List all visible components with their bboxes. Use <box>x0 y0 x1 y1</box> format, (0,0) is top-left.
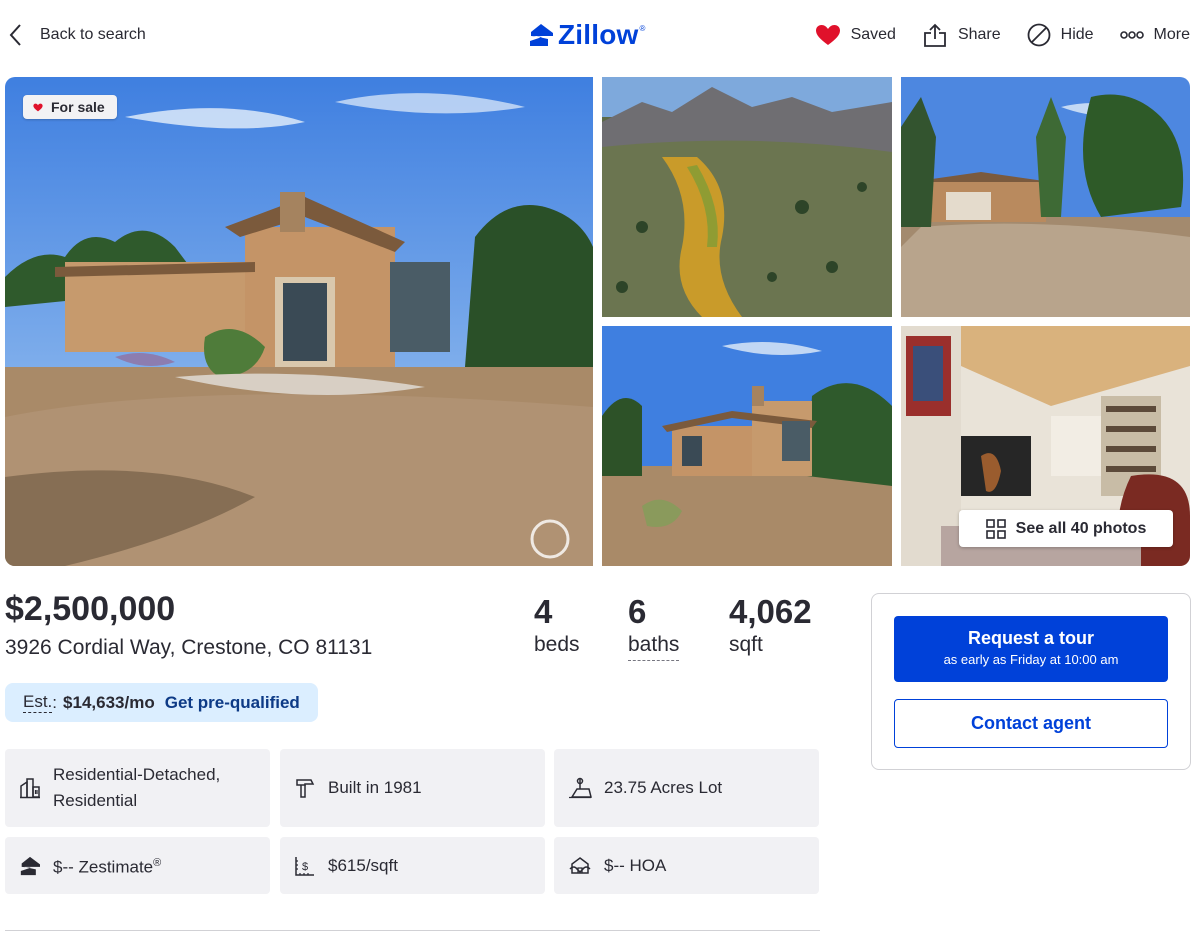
beds-label: beds <box>534 633 580 656</box>
home-type-text: Residential-Detached, Residential <box>53 765 221 810</box>
tile-hoa: $-- HOA <box>554 837 819 894</box>
logo-text: Zillow <box>558 19 639 50</box>
request-tour-label: Request a tour <box>967 628 1095 648</box>
for-sale-label: For sale <box>51 99 105 115</box>
sqft-fact: 4,062 sqft <box>729 592 812 658</box>
year-built-text: Built in 1981 <box>328 778 422 797</box>
sqft-value: 4,062 <box>729 593 812 630</box>
baths-fact[interactable]: 6 baths <box>628 592 680 661</box>
grid-icon <box>985 518 1006 539</box>
beds-value: 4 <box>534 593 553 630</box>
photo-exterior-side[interactable] <box>602 326 892 566</box>
house-exterior-image <box>5 77 593 566</box>
share-icon <box>924 23 946 47</box>
photo-aerial-mountains[interactable] <box>602 77 892 317</box>
price-per-sqft-icon: $ <box>295 856 314 876</box>
zestimate-value: $-- Zestimate <box>53 857 154 877</box>
section-divider <box>5 930 820 931</box>
photo-garage-driveway[interactable] <box>901 77 1190 317</box>
saved-label: Saved <box>850 26 896 43</box>
zillow-logo-icon <box>530 24 553 46</box>
estimate-value: $14,633/mo <box>63 692 155 712</box>
share-label: Share <box>957 26 1001 43</box>
request-tour-button[interactable]: Request a tour as early as Friday at 10:… <box>894 616 1168 682</box>
more-label: More <box>1153 26 1190 43</box>
share-button[interactable]: Share <box>922 22 1001 48</box>
hoa-icon <box>569 856 591 874</box>
heart-filled-icon <box>815 25 840 45</box>
monthly-estimate-banner: Est. : $14,633/mo Get pre-qualified <box>5 683 318 722</box>
see-all-photos-button[interactable]: See all 40 photos <box>959 510 1173 547</box>
exterior-side-image <box>602 326 892 566</box>
aerial-mountains-image <box>602 77 892 317</box>
more-icon <box>1119 31 1144 39</box>
photo-main-exterior[interactable] <box>5 77 593 566</box>
hide-label: Hide <box>1060 26 1094 43</box>
zestimate-registered-mark: ® <box>153 857 162 870</box>
see-all-photos-label: See all 40 photos <box>1015 519 1147 537</box>
svg-text:$: $ <box>302 861 308 873</box>
tile-lot-size: 23.75 Acres Lot <box>554 749 819 827</box>
hide-button[interactable]: Hide <box>1027 23 1094 47</box>
tile-home-type: Residential-Detached, Residential <box>5 749 270 827</box>
chevron-left-icon <box>9 24 21 46</box>
zestimate-text: $-- Zestimate® <box>53 850 161 881</box>
logo-registered-mark: ® <box>639 24 646 33</box>
get-pre-qualified-link[interactable]: Get pre-qualified <box>165 693 300 713</box>
tile-zestimate: $-- Zestimate® <box>5 837 270 894</box>
back-to-search-link[interactable]: Back to search <box>8 20 146 50</box>
request-tour-subtitle: as early as Friday at 10:00 am <box>943 652 1119 667</box>
sqft-label: sqft <box>729 633 763 656</box>
listing-actions: Saved Share Hide More <box>789 20 1190 50</box>
saved-button[interactable]: Saved <box>815 24 896 46</box>
lot-size-icon <box>569 777 592 799</box>
beds-fact: 4 beds <box>534 592 580 658</box>
tile-year-built: Built in 1981 <box>280 749 545 827</box>
more-button[interactable]: More <box>1119 26 1190 44</box>
hammer-icon <box>296 779 315 798</box>
for-sale-badge: For sale <box>23 95 117 119</box>
baths-label: baths <box>628 632 680 661</box>
contact-card: Request a tour as early as Friday at 10:… <box>871 593 1191 770</box>
zestimate-icon <box>20 856 40 875</box>
price-per-sqft-text: $615/sqft <box>328 855 398 875</box>
hide-icon <box>1027 23 1051 47</box>
listing-address: 3926 Cordial Way, Crestone, CO 81131 <box>5 636 373 659</box>
garage-driveway-image <box>901 77 1190 317</box>
contact-agent-button[interactable]: Contact agent <box>894 699 1168 748</box>
tile-price-per-sqft: $ $615/sqft <box>280 837 545 894</box>
hoa-text: $-- HOA <box>604 855 667 875</box>
baths-value: 6 <box>628 593 647 630</box>
lot-size-text: 23.75 Acres Lot <box>604 778 723 797</box>
top-bar: Back to search Zillow ® Saved Share Hide… <box>0 0 1200 70</box>
heart-small-icon <box>33 103 43 111</box>
zillow-logo[interactable]: Zillow ® <box>528 18 645 52</box>
estimate-colon: : <box>52 692 58 712</box>
back-label: Back to search <box>40 26 146 43</box>
listing-price: $2,500,000 <box>5 590 176 628</box>
estimate-label[interactable]: Est. <box>23 692 53 713</box>
building-icon <box>20 778 40 799</box>
